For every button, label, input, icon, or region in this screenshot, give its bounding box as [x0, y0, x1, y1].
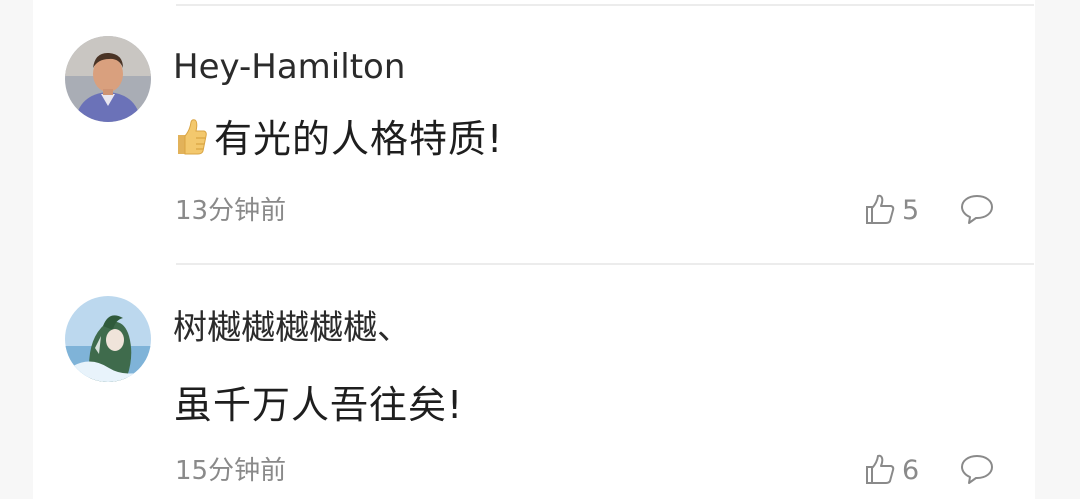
like-count: 6 [902, 454, 920, 486]
user-avatar[interactable] [65, 36, 151, 122]
user-avatar[interactable] [65, 296, 151, 382]
like-button[interactable]: 5 [864, 194, 919, 226]
comment-author[interactable]: 树樾樾樾樾樾、 [173, 311, 411, 345]
reply-button[interactable] [960, 453, 994, 489]
avatar-anime-icon [65, 296, 151, 382]
thumbs-up-emoji-icon [174, 118, 208, 162]
like-count: 5 [902, 194, 920, 226]
comment-text: 虽千万人吾往矣! [174, 383, 464, 427]
separator [176, 4, 1034, 6]
comment-text-row: 有光的人格特质! [174, 118, 503, 162]
reply-button[interactable] [960, 193, 994, 229]
avatar-photo-icon [65, 36, 151, 122]
comment-author[interactable]: Hey-Hamilton [173, 50, 405, 84]
thumbs-up-outline-icon [866, 454, 895, 484]
speech-bubble-icon [961, 195, 993, 224]
comment-time: 13分钟前 [175, 196, 287, 226]
comment-time: 15分钟前 [175, 456, 287, 486]
separator [176, 263, 1034, 265]
like-button[interactable]: 6 [864, 454, 919, 486]
speech-bubble-icon [961, 455, 993, 484]
comment-text: 有光的人格特质! [214, 117, 504, 161]
thumbs-up-outline-icon [866, 194, 895, 224]
